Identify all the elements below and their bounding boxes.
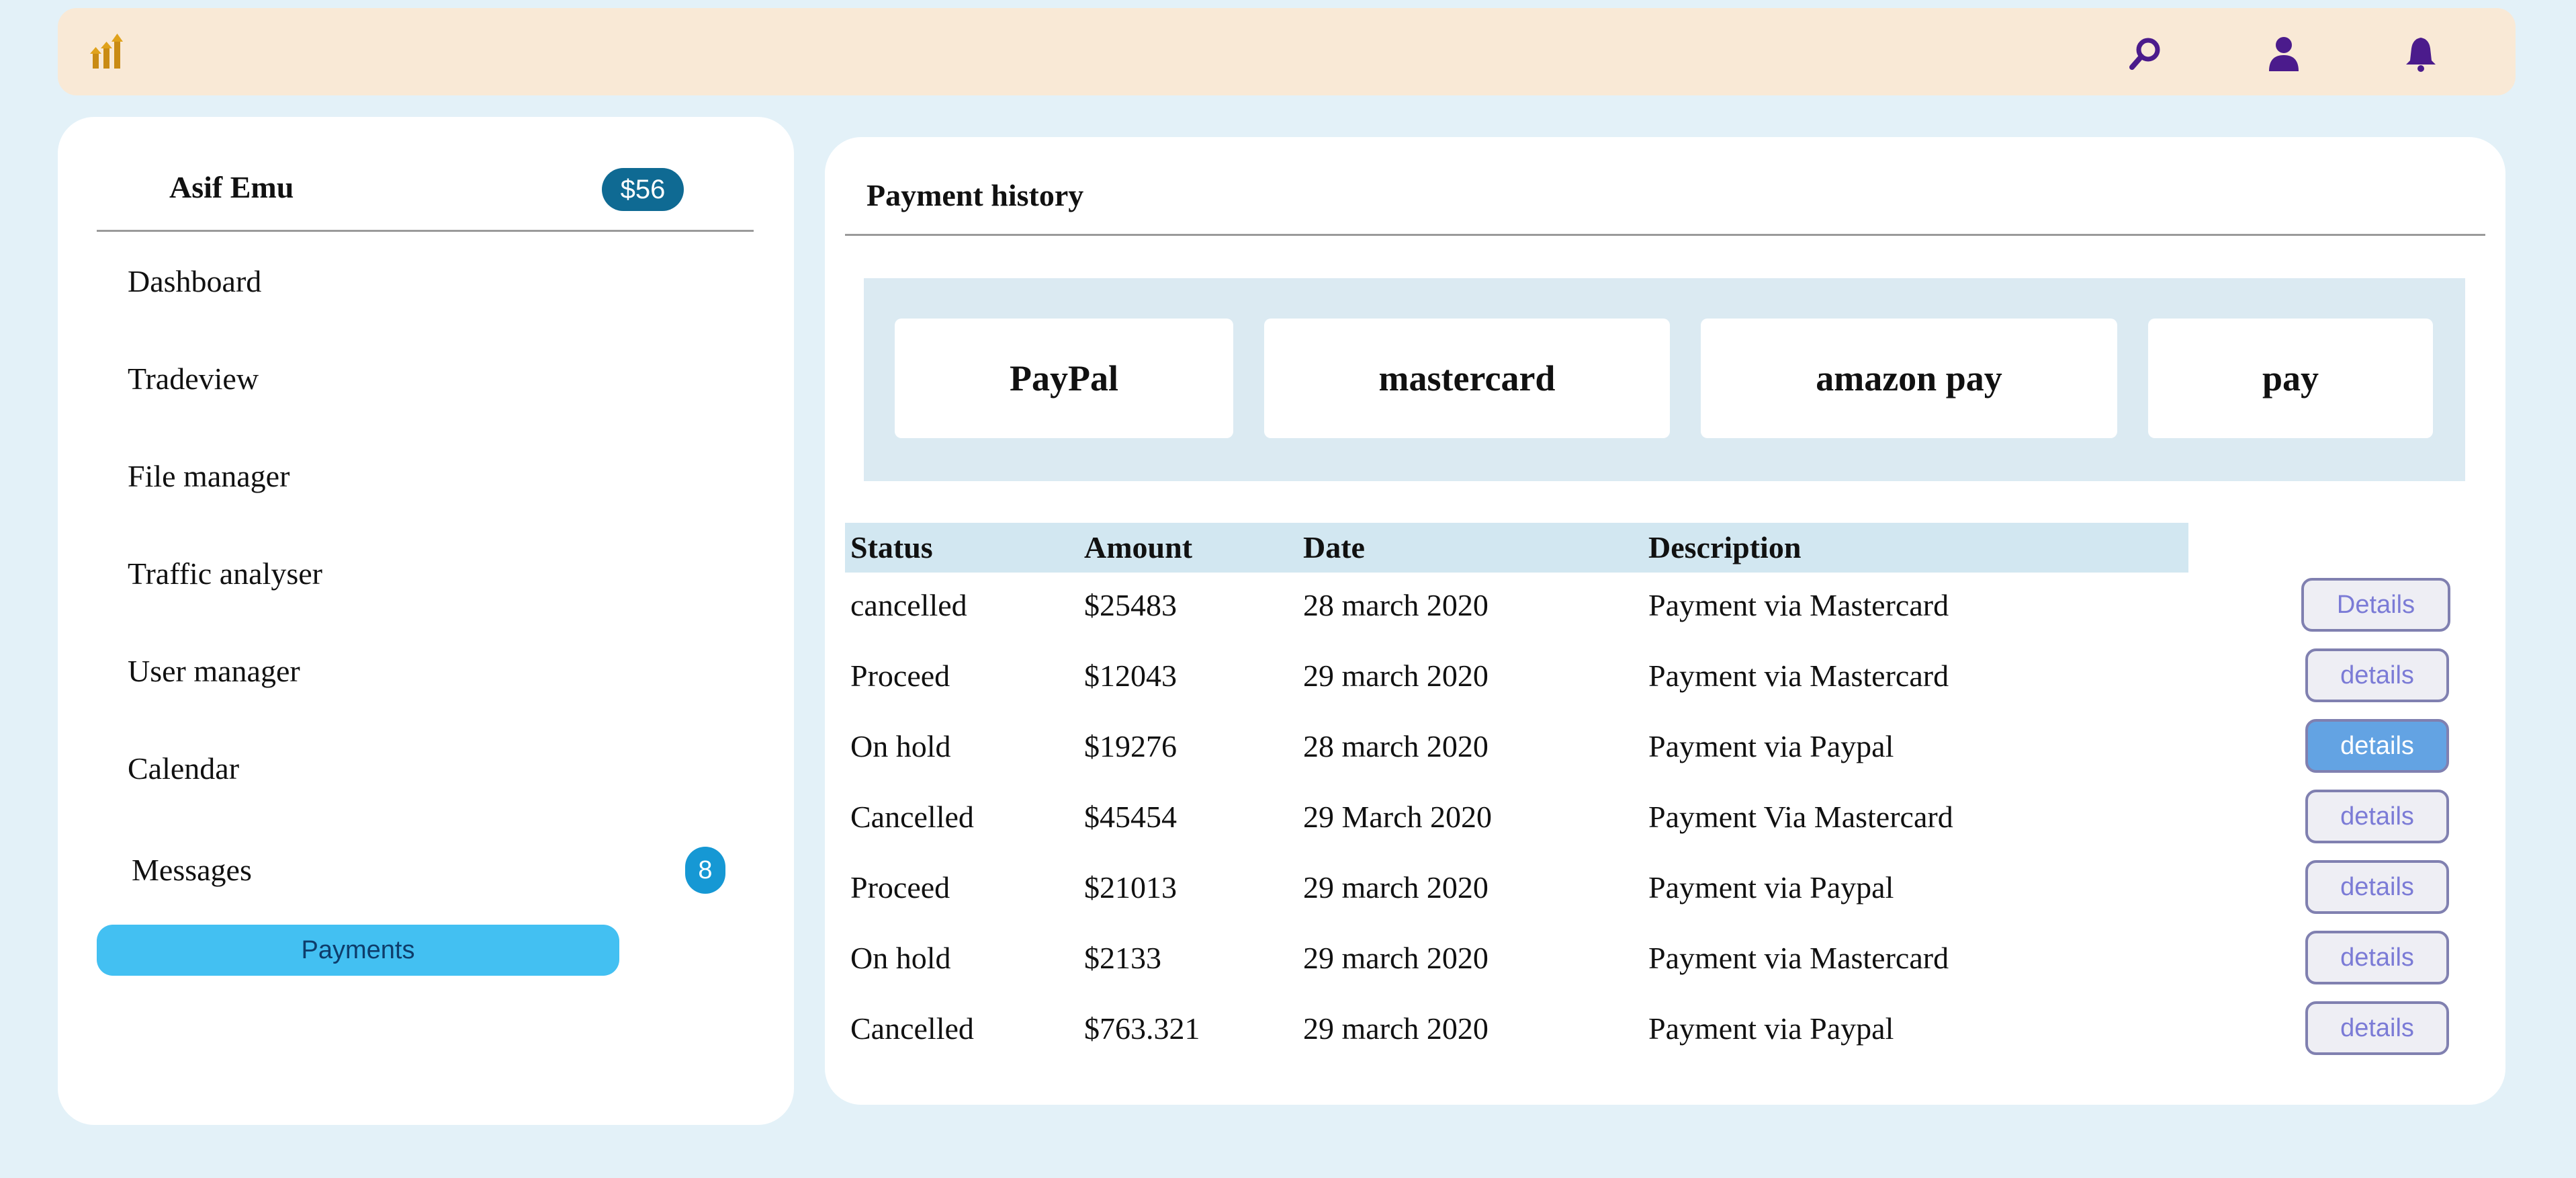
- cell-date: 29 march 2020: [1303, 941, 1489, 975]
- cell-amount: $2133: [1084, 941, 1161, 975]
- sidebar-item-calendar[interactable]: Calendar: [128, 751, 239, 786]
- cell-description: Payment Via Mastercard: [1648, 800, 1953, 834]
- cell-date: 29 March 2020: [1303, 800, 1493, 834]
- cell-description: Payment via Paypal: [1648, 729, 1894, 763]
- details-button[interactable]: details: [2305, 931, 2449, 984]
- user-icon[interactable]: [2265, 35, 2303, 73]
- cell-description: Payment via Paypal: [1648, 870, 1894, 904]
- search-icon[interactable]: [2127, 35, 2164, 73]
- details-button[interactable]: details: [2305, 648, 2449, 702]
- details-button[interactable]: Details: [2301, 578, 2450, 632]
- balance-badge: $56: [602, 168, 684, 211]
- method-mastercard[interactable]: mastercard: [1264, 319, 1670, 438]
- details-button-active[interactable]: details: [2305, 719, 2449, 773]
- details-button[interactable]: details: [2305, 1001, 2449, 1055]
- cell-amount: $45454: [1084, 800, 1177, 834]
- table-header: [845, 523, 2188, 573]
- cell-description: Payment via Mastercard: [1648, 659, 1949, 693]
- cell-date: 29 march 2020: [1303, 659, 1489, 693]
- sidebar-item-traffic-analyser[interactable]: Traffic analyser: [128, 556, 322, 591]
- cell-description: Payment via Paypal: [1648, 1011, 1894, 1046]
- header-description: Description: [1648, 530, 1802, 564]
- cell-description: Payment via Mastercard: [1648, 588, 1949, 622]
- messages-count-badge: 8: [685, 847, 725, 894]
- title-divider: [845, 234, 2485, 236]
- method-amazon-pay[interactable]: amazon pay: [1701, 319, 2117, 438]
- cell-date: 29 march 2020: [1303, 1011, 1489, 1046]
- cell-status: Cancelled: [850, 1011, 974, 1046]
- sidebar: Asif Emu $56 Dashboard Tradeview File ma…: [58, 117, 794, 1125]
- sidebar-item-user-manager[interactable]: User manager: [128, 653, 300, 689]
- cell-amount: $12043: [1084, 659, 1177, 693]
- sidebar-item-file-manager[interactable]: File manager: [128, 458, 290, 494]
- cell-status: Proceed: [850, 870, 950, 904]
- cell-status: Proceed: [850, 659, 950, 693]
- cell-amount: $19276: [1084, 729, 1177, 763]
- cell-status: On hold: [850, 729, 951, 763]
- cell-date: 28 march 2020: [1303, 588, 1489, 622]
- page-title: Payment history: [867, 178, 1084, 212]
- cell-amount: $25483: [1084, 588, 1177, 622]
- method-pay[interactable]: pay: [2148, 319, 2433, 438]
- sidebar-item-messages[interactable]: Messages: [132, 852, 252, 888]
- user-name: Asif Emu: [169, 170, 294, 204]
- method-paypal[interactable]: PayPal: [895, 319, 1233, 438]
- header-status: Status: [850, 530, 933, 564]
- payment-methods: PayPal mastercard amazon pay pay: [864, 278, 2465, 481]
- header-amount: Amount: [1084, 530, 1193, 564]
- header-date: Date: [1303, 530, 1365, 564]
- details-button[interactable]: details: [2305, 860, 2449, 914]
- details-button[interactable]: details: [2305, 790, 2449, 843]
- bell-icon[interactable]: [2402, 35, 2440, 73]
- bar-chart-growth-icon[interactable]: [89, 31, 129, 71]
- cell-status: cancelled: [850, 588, 967, 622]
- payment-history-panel: Payment history PayPal mastercard amazon…: [825, 137, 2505, 1105]
- cell-status: On hold: [850, 941, 951, 975]
- sidebar-divider: [97, 230, 754, 232]
- cell-amount: $763.321: [1084, 1011, 1200, 1046]
- cell-status: Cancelled: [850, 800, 974, 834]
- top-bar: [58, 8, 2516, 95]
- cell-amount: $21013: [1084, 870, 1177, 904]
- sidebar-item-dashboard[interactable]: Dashboard: [128, 263, 261, 299]
- sidebar-item-tradeview[interactable]: Tradeview: [128, 361, 259, 396]
- payments-button[interactable]: Payments: [97, 925, 619, 976]
- cell-date: 28 march 2020: [1303, 729, 1489, 763]
- cell-description: Payment via Mastercard: [1648, 941, 1949, 975]
- cell-date: 29 march 2020: [1303, 870, 1489, 904]
